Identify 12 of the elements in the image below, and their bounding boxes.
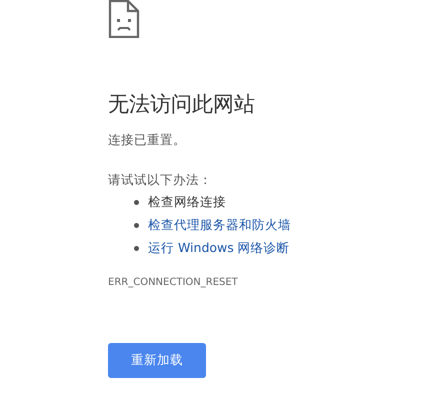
suggestion-link[interactable]: 运行 Windows 网络诊断 — [148, 239, 290, 257]
sad-page-icon — [108, 0, 140, 38]
bullet-icon — [134, 246, 139, 250]
bullet-icon — [134, 222, 139, 228]
suggestions-intro: 请试试以下办法： — [108, 171, 212, 189]
error-code: ERR_CONNECTION_RESET — [108, 277, 238, 288]
suggestion-text: 检查网络连接 — [148, 193, 226, 211]
suggestion-link[interactable]: 检查代理服务器和防火墙 — [148, 216, 291, 234]
bullet-icon — [134, 200, 139, 204]
error-message: 连接已重置。 — [108, 131, 186, 149]
reload-button[interactable]: 重新加载 — [108, 343, 206, 378]
error-heading: 无法访问此网站 — [108, 91, 255, 118]
